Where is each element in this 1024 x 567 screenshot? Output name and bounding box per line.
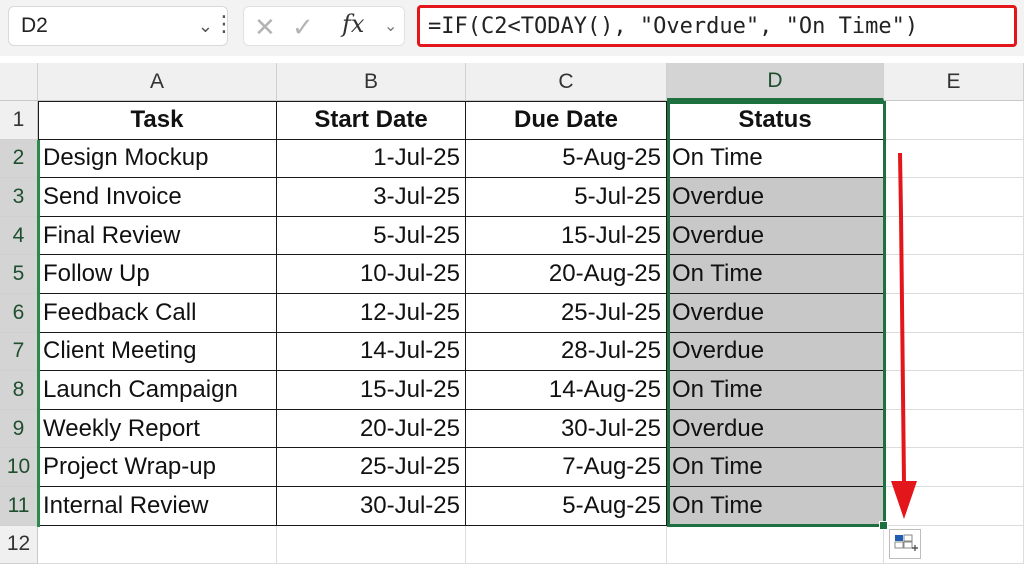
table-cell[interactable]: Follow Up bbox=[38, 255, 277, 294]
empty-cell[interactable] bbox=[884, 487, 1024, 526]
table-cell[interactable]: 20-Jul-25 bbox=[277, 409, 466, 449]
name-box[interactable]: D2 ⌄ bbox=[8, 6, 228, 46]
table-cell[interactable]: Weekly Report bbox=[38, 409, 277, 449]
header-cell[interactable]: Status bbox=[667, 101, 884, 140]
formula-input[interactable]: =IF(C2<TODAY(), "Overdue", "On Time") bbox=[417, 5, 1017, 47]
column-header-c[interactable]: C bbox=[466, 63, 667, 101]
table-cell[interactable]: 14-Aug-25 bbox=[466, 371, 667, 410]
empty-cell[interactable] bbox=[884, 139, 1024, 179]
table-cell[interactable]: 25-Jul-25 bbox=[466, 294, 667, 333]
empty-cell[interactable] bbox=[277, 525, 466, 565]
empty-cell[interactable] bbox=[884, 448, 1024, 487]
more-options-icon[interactable]: ⋮ bbox=[213, 4, 235, 44]
close-icon[interactable]: ✕ bbox=[254, 13, 276, 41]
table-cell[interactable]: 25-Jul-25 bbox=[277, 448, 466, 487]
table-cell[interactable]: 14-Jul-25 bbox=[277, 332, 466, 372]
header-cell[interactable]: Start Date bbox=[277, 101, 466, 140]
table-cell[interactable]: Internal Review bbox=[38, 487, 277, 526]
empty-cell[interactable] bbox=[884, 101, 1024, 140]
row-header-5[interactable]: 5 bbox=[0, 255, 38, 294]
fill-handle[interactable] bbox=[879, 521, 888, 530]
table-cell[interactable]: Design Mockup bbox=[38, 139, 277, 179]
empty-cell[interactable] bbox=[884, 332, 1024, 372]
table-cell[interactable]: 5-Jul-25 bbox=[277, 216, 466, 256]
chevron-down-icon[interactable]: ⌄ bbox=[198, 16, 213, 37]
check-icon[interactable]: ✓ bbox=[292, 13, 314, 41]
column-header-e[interactable]: E bbox=[884, 63, 1024, 101]
table-cell[interactable]: Overdue bbox=[667, 216, 884, 256]
table-cell[interactable]: Launch Campaign bbox=[38, 371, 277, 410]
table-cell[interactable]: Final Review bbox=[38, 216, 277, 256]
table-cell[interactable]: Overdue bbox=[667, 332, 884, 372]
row-header-8[interactable]: 8 bbox=[0, 371, 38, 410]
row-header-2[interactable]: 2 bbox=[0, 139, 38, 179]
table-cell[interactable]: 3-Jul-25 bbox=[277, 178, 466, 217]
table-cell[interactable]: Overdue bbox=[667, 409, 884, 449]
table-cell[interactable]: Send Invoice bbox=[38, 178, 277, 217]
name-box-value: D2 bbox=[21, 14, 48, 37]
row-header-6[interactable]: 6 bbox=[0, 294, 38, 333]
table-cell[interactable]: On Time bbox=[667, 448, 884, 487]
table-cell[interactable]: 15-Jul-25 bbox=[277, 371, 466, 410]
table-cell[interactable]: 10-Jul-25 bbox=[277, 255, 466, 294]
table-cell[interactable]: Overdue bbox=[667, 294, 884, 333]
empty-cell[interactable] bbox=[884, 178, 1024, 217]
formula-bar-area: D2 ⌄ ⋮ ✕ ✓ fx ⌄ =IF(C2<TODAY(), "Overdue… bbox=[0, 0, 1024, 56]
table-cell[interactable]: 12-Jul-25 bbox=[277, 294, 466, 333]
table-cell[interactable]: Overdue bbox=[667, 178, 884, 217]
formula-controls: ✕ ✓ fx ⌄ bbox=[243, 6, 405, 46]
row-header-12[interactable]: 12 bbox=[0, 525, 38, 565]
table-cell[interactable]: 5-Jul-25 bbox=[466, 178, 667, 217]
fx-icon[interactable]: fx bbox=[342, 10, 364, 38]
row-header-7[interactable]: 7 bbox=[0, 332, 38, 372]
chevron-down-icon[interactable]: ⌄ bbox=[384, 16, 397, 36]
table-cell[interactable]: 5-Aug-25 bbox=[466, 139, 667, 179]
table-cell[interactable]: Project Wrap-up bbox=[38, 448, 277, 487]
empty-cell[interactable] bbox=[38, 525, 277, 565]
table-cell[interactable]: Client Meeting bbox=[38, 332, 277, 372]
table-cell[interactable]: 30-Jul-25 bbox=[277, 487, 466, 526]
row-header-9[interactable]: 9 bbox=[0, 409, 38, 449]
table-cell[interactable]: On Time bbox=[667, 487, 884, 526]
empty-cell[interactable] bbox=[466, 525, 667, 565]
column-header-a[interactable]: A bbox=[38, 63, 277, 101]
table-cell[interactable]: 30-Jul-25 bbox=[466, 409, 667, 449]
spreadsheet-grid: ABCDE 1 2 3 4 5 6 7 8 9 10 11 12 Task Start Date Due … bbox=[0, 63, 1024, 567]
table-cell[interactable]: 20-Aug-25 bbox=[466, 255, 667, 294]
empty-cell[interactable] bbox=[884, 216, 1024, 256]
table-cell[interactable]: 7-Aug-25 bbox=[466, 448, 667, 487]
row-header-4[interactable]: 4 bbox=[0, 216, 38, 256]
table-cell[interactable]: On Time bbox=[667, 371, 884, 410]
table-cell[interactable]: 5-Aug-25 bbox=[466, 487, 667, 526]
header-cell[interactable]: Due Date bbox=[466, 101, 667, 140]
row-header-1[interactable]: 1 bbox=[0, 101, 38, 140]
table-cell[interactable]: 1-Jul-25 bbox=[277, 139, 466, 179]
column-header-d[interactable]: D bbox=[667, 63, 884, 101]
row-header-3[interactable]: 3 bbox=[0, 178, 38, 217]
select-all-corner[interactable] bbox=[0, 63, 38, 101]
table-cell[interactable]: Feedback Call bbox=[38, 294, 277, 333]
empty-cell[interactable] bbox=[884, 409, 1024, 449]
row-header-11[interactable]: 11 bbox=[0, 487, 38, 526]
table-cell[interactable]: On Time bbox=[667, 255, 884, 294]
table-cell[interactable]: 15-Jul-25 bbox=[466, 216, 667, 256]
empty-cell[interactable] bbox=[884, 255, 1024, 294]
quick-analysis-icon[interactable] bbox=[889, 529, 921, 559]
column-header-b[interactable]: B bbox=[277, 63, 466, 101]
table-cell[interactable]: On Time bbox=[667, 139, 884, 179]
empty-cell[interactable] bbox=[884, 371, 1024, 410]
empty-cell[interactable] bbox=[884, 294, 1024, 333]
table-cell[interactable]: 28-Jul-25 bbox=[466, 332, 667, 372]
header-cell[interactable]: Task bbox=[38, 101, 277, 140]
row-header-10[interactable]: 10 bbox=[0, 448, 38, 487]
empty-cell[interactable] bbox=[667, 525, 884, 565]
